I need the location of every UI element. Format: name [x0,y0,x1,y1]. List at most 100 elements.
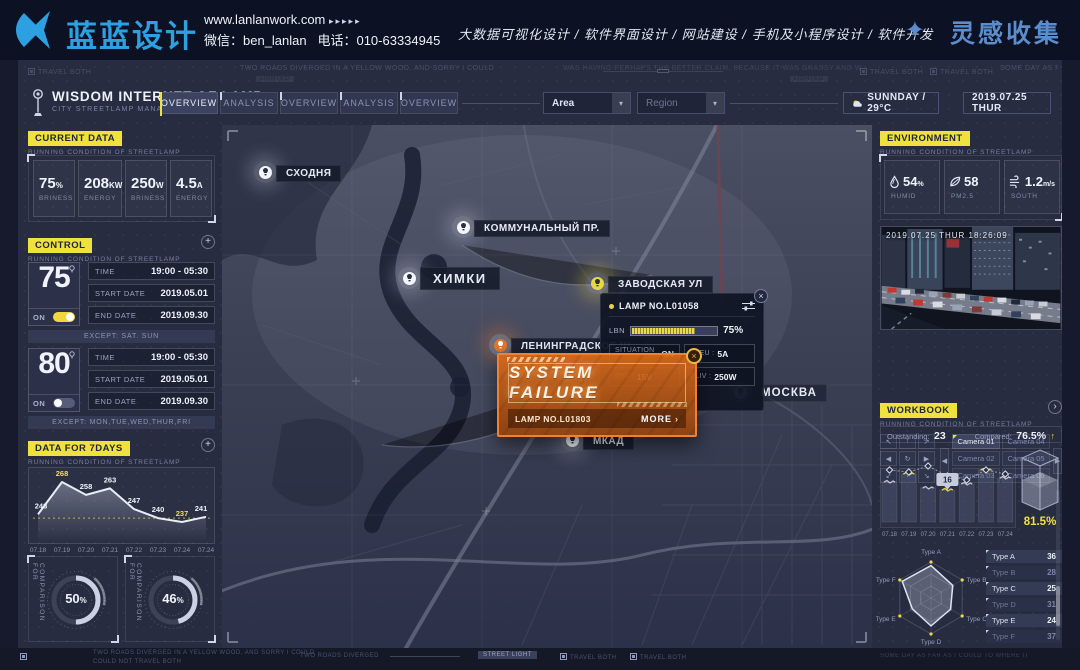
tab-overview-2[interactable]: OVERVIEW [280,92,338,114]
level-value: 80 [29,347,79,381]
environment-badge: ENVIRONMENT [880,131,970,146]
map-label-khimki[interactable]: ХИМКИ [420,267,500,290]
header-connector-line-2 [730,103,838,104]
map-marker-khimki[interactable] [398,267,420,289]
environment-panel: ENVIRONMENT RUNNING CONDITION OF STREETL… [880,128,1062,156]
week-data-panel: DATA FOR 7DAYS RUNNING CONDITION OF STRE… [28,438,215,466]
except-bar-1: EXCEPT: SAT. SUN [28,330,215,343]
footer-square [20,653,30,661]
camera-feed[interactable]: 2019.07.25 THUR 18:26:09 [880,226,1062,330]
area-dropdown[interactable]: Area ▾ [543,92,631,114]
map-marker-kommunalny[interactable] [452,216,474,238]
tab-overview-3[interactable]: OVERVIEW [400,92,458,114]
wind-icon [1009,175,1022,188]
decor-lighted-1: LIGHTED [256,75,294,82]
legend-type-a[interactable]: Type A36 [986,550,1062,563]
website-link[interactable]: www.lanlanwork.com [204,12,325,27]
tab-analysis-2[interactable]: ANALYSIS [340,92,398,114]
legend-type-e[interactable]: Type E24 [986,614,1062,627]
legend-type-c[interactable]: Type C25 [986,582,1062,595]
failure-title: SYSTEM FAILURE [509,363,685,403]
tab-analysis-1[interactable]: ANALYSIS [220,92,278,114]
map-label-kommunalny[interactable]: КОММУНАЛЬНЫЙ ПР. [474,220,610,237]
camera-panel: 2019.07.25 THUR 18:26:09 ↖ ↑ ↗ ◀ ↻ ▶ ↙ ↓… [880,226,1062,391]
lamp-id-title: LAMP NO.L01058 [619,301,737,311]
map-marker-skhodnya[interactable] [254,161,276,183]
svg-text:268: 268 [56,469,69,478]
failure-title-box: SYSTEM FAILURE [508,363,686,403]
svg-text:07.20: 07.20 [78,547,95,554]
tab-overview-1[interactable]: OVERVIEW [160,92,218,114]
date-text: 2019.07.25 THUR [972,92,1042,114]
up-arrow-icon: ↑ [1051,431,1056,441]
svg-text:Type B: Type B [966,577,986,584]
footer-travel-both-1: TRAVEL BOTH [560,653,617,661]
decor-travel-both-1: TRAVEL BOTH [28,68,91,76]
legend-type-d[interactable]: Type D31 [986,598,1062,611]
control-add-button[interactable]: + [201,235,215,249]
svg-text:Type C: Type C [966,616,986,623]
current-data-badge: CURRENT DATA [28,131,122,146]
footer-two-roads: TWO ROADS DIVERGED [300,653,379,659]
svg-text:247: 247 [128,496,141,505]
region-dropdown[interactable]: Region ▾ [637,92,725,114]
legend-type-f[interactable]: Type F37 [986,630,1062,643]
map-marker-zavodskaya[interactable] [586,272,608,294]
week-add-button[interactable]: + [201,438,215,452]
date-chip: 2019.07.25 THUR [963,92,1051,114]
level-box-80: 80 ON [28,348,80,412]
control-badge: CONTROL [28,238,92,253]
app-header: WISDOM INTERNET OF LAMP CITY STREETLAMP … [18,86,1062,122]
lbn-progress-fill [632,328,695,334]
more-link[interactable]: MORE› [641,414,679,424]
lamp-toggle-2[interactable] [53,398,75,408]
svg-text:Type E: Type E [876,616,896,623]
bulb-icon [497,341,504,349]
footer-poem-line2: COULD NOT TRAVEL BOTH [93,659,181,665]
map-label-zavodskaya[interactable]: ЗАВОДСКАЯ УЛ [608,276,713,293]
environment-tiles: 54% HUMID 58 [884,160,1060,214]
svg-text:241: 241 [195,504,208,513]
lbn-progress: LBN 75% [609,325,755,336]
traffic-photo [881,227,1061,329]
svg-text:Type F: Type F [876,577,896,584]
header-connector-line [462,103,540,104]
phone-number: 电话：010-63334945 [317,33,440,48]
current-data-panel: CURRENT DATA RUNNING CONDITION OF STREET… [28,128,215,156]
workbook-expand-button[interactable]: › [1048,400,1062,414]
decor-poem-1: TWO ROADS DIVERGED IN A YELLOW WOOD, AND… [240,65,494,72]
sliders-icon[interactable] [742,301,755,311]
end-date-row: END DATE2019.09.30 [88,306,215,324]
scrollbar-thumb[interactable] [1056,586,1060,626]
svg-text:07.24: 07.24 [998,532,1014,538]
checkbox-icon [20,653,27,660]
svg-text:Type A: Type A [921,549,942,556]
close-icon[interactable]: × [686,348,702,364]
checkbox-icon [930,68,937,75]
svg-text:240: 240 [152,505,165,514]
city-map[interactable]: СХОДНЯ КОММУНАЛЬНЫЙ ПР. ХИМКИ ЗАВОДСКАЯ … [222,125,872,648]
dashboard-body: TRAVEL BOTH TWO ROADS DIVERGED IN A YELL… [18,60,1062,648]
svg-text:07.23: 07.23 [150,547,167,554]
map-label-skhodnya[interactable]: СХОДНЯ [276,165,341,182]
services-tagline: 大数据可视化设计 / 软件界面设计 / 网站建设 / 手机及小程序设计 / 软件… [458,24,933,43]
svg-text:07.18: 07.18 [30,547,47,554]
legend-type-b[interactable]: Type B28 [986,566,1062,579]
promo-banner: 蓝蓝设计 www.lanlanwork.com ▸▸▸▸▸ 微信：ben_lan… [0,0,1080,60]
failure-lamp-id: LAMP NO.L01803 [515,414,591,424]
on-label: ON [33,399,45,408]
end-date-row-2: END DATE2019.09.30 [88,392,215,410]
type-radar-panel: Type AType BType CType DType EType F Typ… [880,546,1062,648]
lbn-label: LBN [609,326,625,335]
lamp-toggle-1[interactable] [53,312,75,322]
compared-value: 76.5% [1016,430,1046,442]
close-icon[interactable]: × [754,289,768,303]
weather-text: SUNNDAY / 29°C [867,92,930,114]
svg-text:07.19: 07.19 [54,547,71,554]
bulb-icon [262,168,269,176]
svg-text:07.21: 07.21 [940,532,956,538]
decor-lighted-2: LIGHTED [790,75,828,82]
bulb-icon [460,223,467,231]
bulb-icon [594,279,601,287]
vertical-scrollbar[interactable] [1056,490,1060,640]
